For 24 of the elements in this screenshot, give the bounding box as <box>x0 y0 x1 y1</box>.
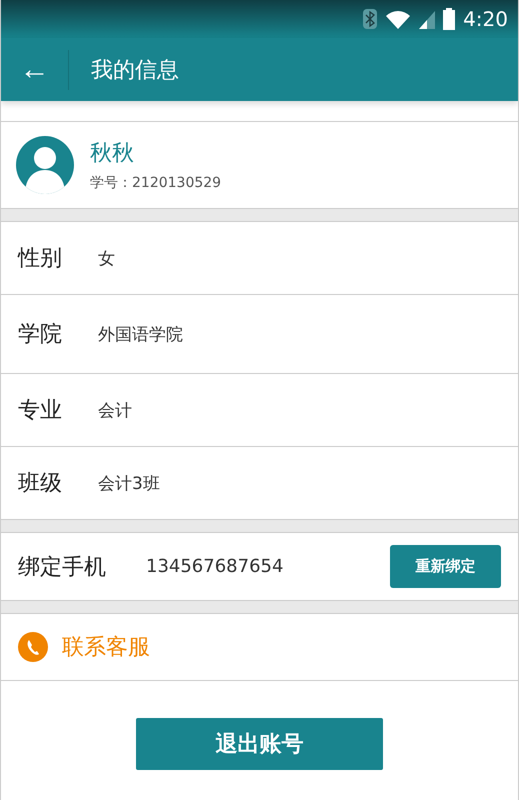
field-label: 性别 <box>18 245 63 273</box>
field-value: 外国语学院 <box>98 324 183 346</box>
bluetooth-icon <box>363 9 378 29</box>
signal-icon <box>419 9 436 29</box>
page-title: 我的信息 <box>91 56 179 84</box>
phone-number: 134567687654 <box>146 556 284 577</box>
field-label: 学院 <box>18 321 63 349</box>
wifi-icon <box>385 9 412 29</box>
back-button[interactable]: ← <box>1 50 69 90</box>
avatar-icon <box>16 136 74 194</box>
student-id: 学号：2120130529 <box>90 174 222 192</box>
field-value: 会计 <box>98 400 132 422</box>
field-value: 女 <box>98 248 115 270</box>
contact-service-link[interactable]: 联系客服 <box>62 632 150 662</box>
user-name: 秋秋 <box>90 140 135 168</box>
battery-icon <box>443 8 456 30</box>
phone-icon <box>18 632 48 662</box>
status-time: 4:20 <box>463 7 508 31</box>
field-value: 会计3班 <box>98 472 160 494</box>
field-label: 班级 <box>18 470 63 498</box>
field-label: 绑定手机 <box>18 554 107 582</box>
field-label: 专业 <box>18 397 63 425</box>
logout-button[interactable]: 退出账号 <box>136 718 383 770</box>
rebind-button[interactable]: 重新绑定 <box>390 545 501 588</box>
